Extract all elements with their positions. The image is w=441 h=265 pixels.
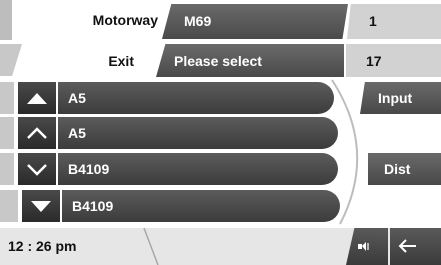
list-item-label: A5 bbox=[68, 125, 86, 141]
list-item-label: A5 bbox=[68, 90, 86, 106]
dist-button-label: Dist bbox=[384, 161, 411, 177]
motorway-value: M69 bbox=[184, 13, 212, 29]
list-item-label: B4109 bbox=[68, 161, 110, 177]
scroll-up-button[interactable] bbox=[18, 117, 56, 149]
scroll-down-button[interactable] bbox=[18, 153, 56, 185]
input-button-label: Input bbox=[378, 90, 413, 106]
row-edge-stub bbox=[0, 190, 18, 222]
row-edge-stub bbox=[0, 153, 14, 185]
status-bar-divider bbox=[143, 228, 159, 265]
dist-button[interactable]: Dist bbox=[368, 153, 441, 185]
list-item[interactable]: B4109 bbox=[62, 190, 340, 222]
list-item-label: B4109 bbox=[72, 198, 114, 214]
list-item[interactable]: B4109 bbox=[58, 153, 338, 185]
navigation-screen: Motorway M69 1 Exit Please select 17 A5 … bbox=[0, 0, 441, 265]
down-chevron-icon bbox=[27, 164, 47, 176]
scroll-bottom-icon bbox=[31, 201, 51, 212]
scroll-bottom-button[interactable] bbox=[22, 190, 60, 222]
exit-field[interactable]: Please select bbox=[156, 44, 344, 77]
motorway-number-box: 1 bbox=[347, 4, 441, 39]
back-arrow-icon bbox=[398, 239, 416, 253]
left-edge-stub bbox=[0, 44, 22, 76]
exit-number-box: 17 bbox=[346, 44, 441, 77]
list-item[interactable]: A5 bbox=[58, 82, 334, 114]
exit-number: 17 bbox=[366, 53, 382, 69]
motorway-number: 1 bbox=[369, 13, 377, 29]
left-edge-stub bbox=[0, 0, 12, 40]
row-edge-stub bbox=[0, 117, 14, 149]
back-button[interactable] bbox=[390, 228, 441, 265]
scroll-top-icon bbox=[27, 93, 47, 104]
motorway-field[interactable]: M69 bbox=[162, 4, 348, 39]
up-chevron-icon bbox=[27, 127, 47, 139]
row-edge-stub bbox=[0, 82, 14, 114]
scroll-top-button[interactable] bbox=[18, 82, 56, 114]
list-item[interactable]: A5 bbox=[58, 117, 338, 149]
exit-value: Please select bbox=[174, 53, 262, 69]
motorway-label: Motorway bbox=[92, 12, 158, 28]
exit-label: Exit bbox=[108, 53, 134, 69]
input-button[interactable]: Input bbox=[360, 82, 441, 114]
clock: 12 : 26 pm bbox=[8, 238, 77, 254]
